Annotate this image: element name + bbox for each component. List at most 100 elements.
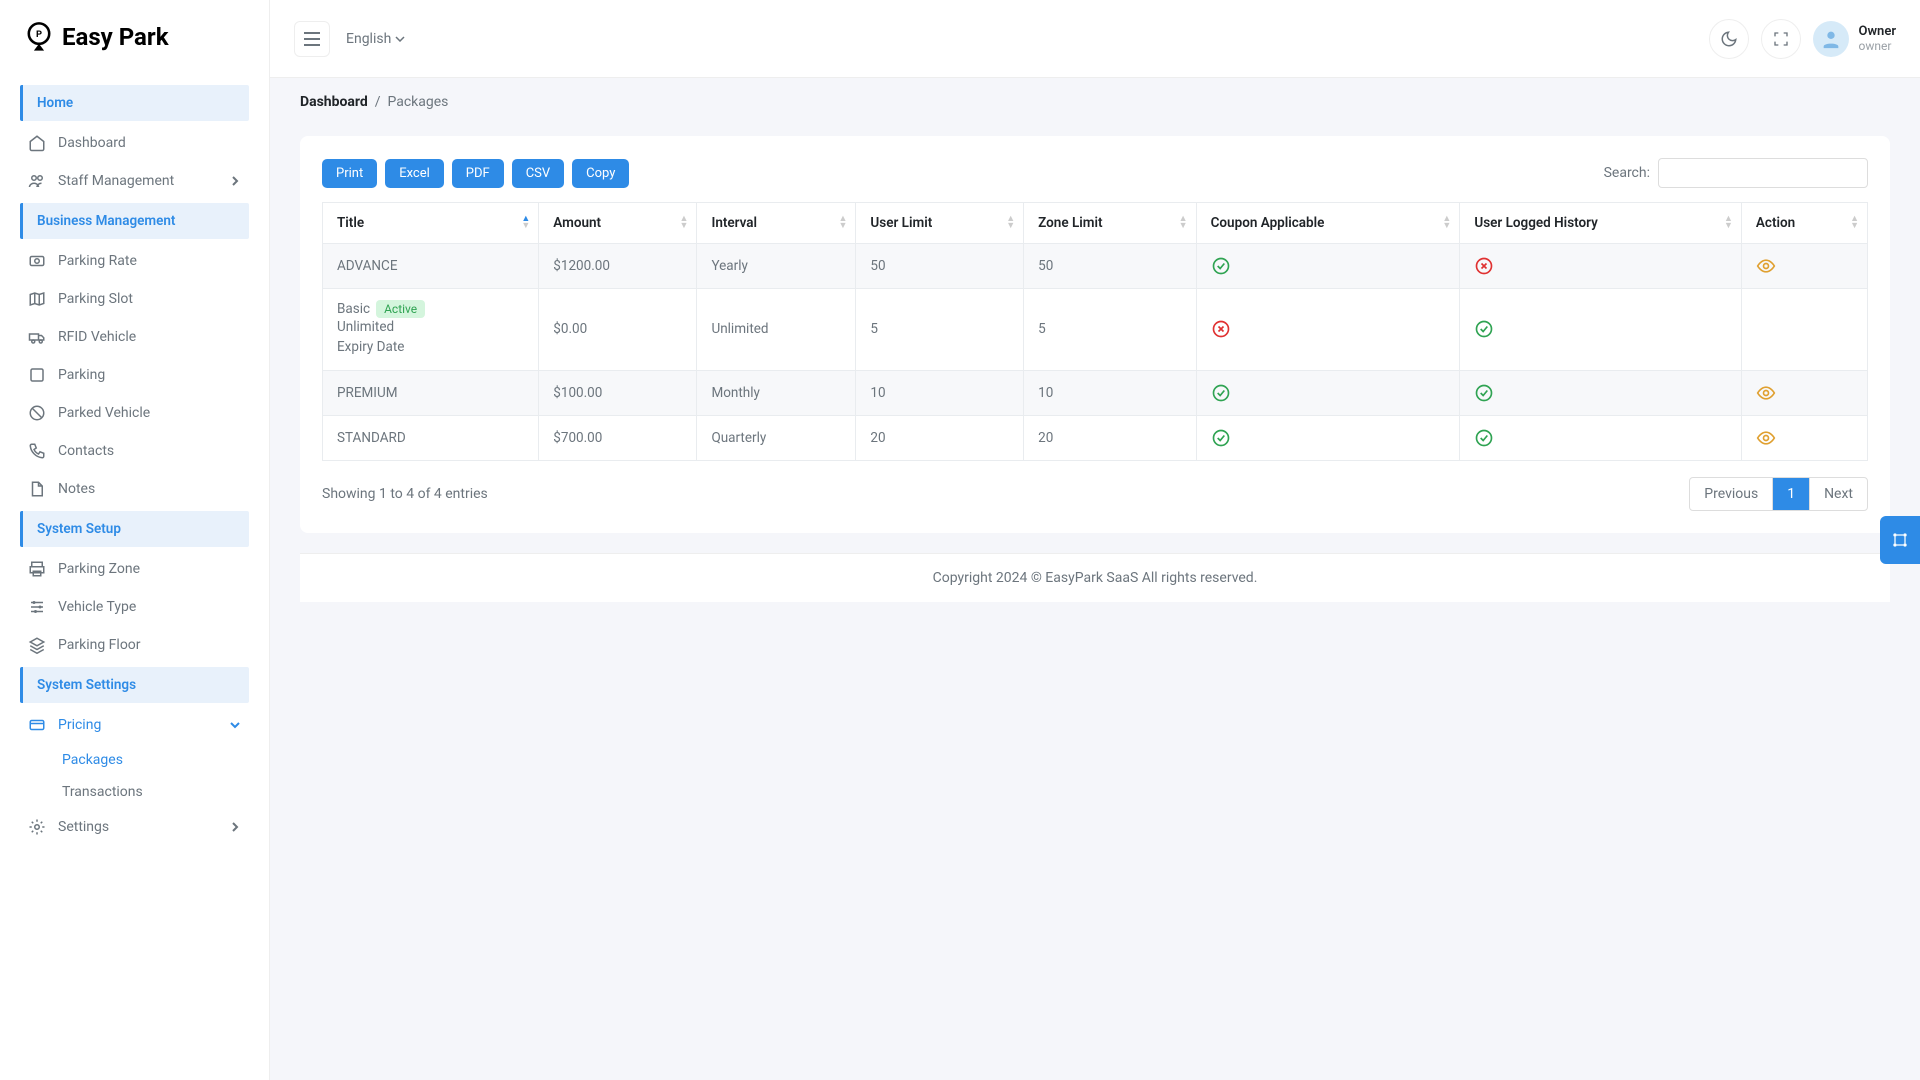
sidebar-item[interactable]: Dashboard	[20, 124, 249, 162]
csv-button[interactable]: CSV	[512, 159, 564, 188]
sidebar-item[interactable]: Parking Zone	[20, 550, 249, 588]
cell-user-limit: 50	[856, 244, 1024, 289]
sidebar-subitem[interactable]: Transactions	[54, 776, 249, 808]
table-row: STANDARD$700.00Quarterly2020	[323, 415, 1868, 460]
col-coupon-applicable[interactable]: Coupon Applicable▲▼	[1196, 203, 1460, 244]
check-icon	[1474, 428, 1727, 448]
breadcrumb: Dashboard / Packages	[270, 78, 1920, 116]
cell-title: BasicActiveUnlimitedExpiry Date	[323, 289, 539, 371]
sidebar: P Easy Park HomeDashboardStaff Managemen…	[0, 0, 270, 1080]
packages-card: PrintExcelPDFCSVCopy Search: Title▲▼Amou…	[300, 136, 1890, 533]
col-zone-limit[interactable]: Zone Limit▲▼	[1024, 203, 1196, 244]
language-select[interactable]: English	[346, 31, 405, 47]
col-user-logged-history[interactable]: User Logged History▲▼	[1460, 203, 1742, 244]
chevron-right-icon	[229, 821, 241, 833]
cell-title: PREMIUM	[323, 370, 539, 415]
sidebar-item[interactable]: Contacts	[20, 432, 249, 470]
avatar	[1813, 21, 1849, 57]
sort-icon: ▲▼	[1442, 216, 1451, 230]
sidebar-subitem[interactable]: Packages	[54, 744, 249, 776]
nav-section: Business Management	[20, 203, 249, 239]
pdf-button[interactable]: PDF	[452, 159, 504, 188]
cell-title: ADVANCE	[323, 244, 539, 289]
sidebar-item-label: Staff Management	[58, 173, 174, 189]
settings-fab[interactable]	[1880, 516, 1920, 564]
sidebar-item[interactable]: Parking Slot	[20, 280, 249, 318]
fullscreen-button[interactable]	[1761, 19, 1801, 59]
ban-icon	[28, 404, 46, 422]
sidebar-item[interactable]: Vehicle Type	[20, 588, 249, 626]
sidebar-item[interactable]: Parking	[20, 356, 249, 394]
sidebar-item[interactable]: Parked Vehicle	[20, 394, 249, 432]
sidebar-item-label: RFID Vehicle	[58, 329, 136, 345]
sidebar-item[interactable]: Parking Rate	[20, 242, 249, 280]
chevron-down-icon	[229, 719, 241, 731]
view-button[interactable]	[1756, 256, 1853, 276]
cell-action	[1741, 370, 1867, 415]
cell-amount: $0.00	[539, 289, 697, 371]
pagination: Previous 1 Next	[1689, 477, 1868, 511]
sidebar-item-label: Pricing	[58, 717, 101, 733]
check-icon	[1211, 256, 1446, 276]
entries-info: Showing 1 to 4 of 4 entries	[322, 486, 488, 502]
next-page[interactable]: Next	[1810, 478, 1867, 510]
sidebar-item[interactable]: Settings	[20, 808, 249, 846]
print-button[interactable]: Print	[322, 159, 377, 188]
check-icon	[1211, 428, 1446, 448]
sliders-icon	[28, 598, 46, 616]
user-role: owner	[1859, 39, 1897, 53]
table-row: PREMIUM$100.00Monthly1010	[323, 370, 1868, 415]
col-action[interactable]: Action▲▼	[1741, 203, 1867, 244]
cell-amount: $1200.00	[539, 244, 697, 289]
col-user-limit[interactable]: User Limit▲▼	[856, 203, 1024, 244]
sidebar-item[interactable]: Notes	[20, 470, 249, 508]
brand-text: Easy Park	[62, 23, 169, 51]
sidebar-item-label: Parking	[58, 367, 105, 383]
check-icon	[1474, 383, 1727, 403]
truck-icon	[28, 328, 46, 346]
col-interval[interactable]: Interval▲▼	[697, 203, 856, 244]
cell-action	[1741, 244, 1867, 289]
sidebar-item[interactable]: RFID Vehicle	[20, 318, 249, 356]
sort-icon: ▲▼	[838, 216, 847, 230]
menu-toggle-button[interactable]	[294, 21, 330, 57]
cross-icon	[1474, 256, 1727, 276]
user-menu[interactable]: Owner owner	[1813, 21, 1897, 57]
cell-interval: Quarterly	[697, 415, 856, 460]
sidebar-item[interactable]: Parking Floor	[20, 626, 249, 664]
cell-user-limit: 20	[856, 415, 1024, 460]
user-name: Owner	[1859, 24, 1897, 39]
dark-mode-button[interactable]	[1709, 19, 1749, 59]
cell-zone-limit: 10	[1024, 370, 1196, 415]
print-icon	[28, 560, 46, 578]
sidebar-item[interactable]: Pricing	[20, 706, 249, 744]
cell-coupon	[1196, 289, 1460, 371]
sidebar-item-label: Parking Zone	[58, 561, 140, 577]
sidebar-item-label: Notes	[58, 481, 95, 497]
logo[interactable]: P Easy Park	[0, 0, 269, 74]
search-input[interactable]	[1658, 158, 1868, 188]
card-icon	[28, 716, 46, 734]
breadcrumb-root[interactable]: Dashboard	[300, 94, 368, 110]
page-1[interactable]: 1	[1773, 478, 1810, 510]
cell-action	[1741, 289, 1867, 371]
excel-button[interactable]: Excel	[385, 159, 444, 188]
home-icon	[28, 134, 46, 152]
prev-page[interactable]: Previous	[1690, 478, 1773, 510]
square-icon	[28, 366, 46, 384]
col-title[interactable]: Title▲▼	[323, 203, 539, 244]
dollar-icon	[28, 252, 46, 270]
cell-history	[1460, 244, 1742, 289]
sidebar-item-label: Parked Vehicle	[58, 405, 150, 421]
view-button[interactable]	[1756, 383, 1853, 403]
sort-icon: ▲▼	[1006, 216, 1015, 230]
copy-button[interactable]: Copy	[572, 159, 629, 188]
col-amount[interactable]: Amount▲▼	[539, 203, 697, 244]
check-icon	[1474, 319, 1727, 339]
language-label: English	[346, 31, 391, 47]
cell-interval: Monthly	[697, 370, 856, 415]
cell-zone-limit: 5	[1024, 289, 1196, 371]
view-button[interactable]	[1756, 428, 1853, 448]
gear-icon	[28, 818, 46, 836]
sidebar-item[interactable]: Staff Management	[20, 162, 249, 200]
